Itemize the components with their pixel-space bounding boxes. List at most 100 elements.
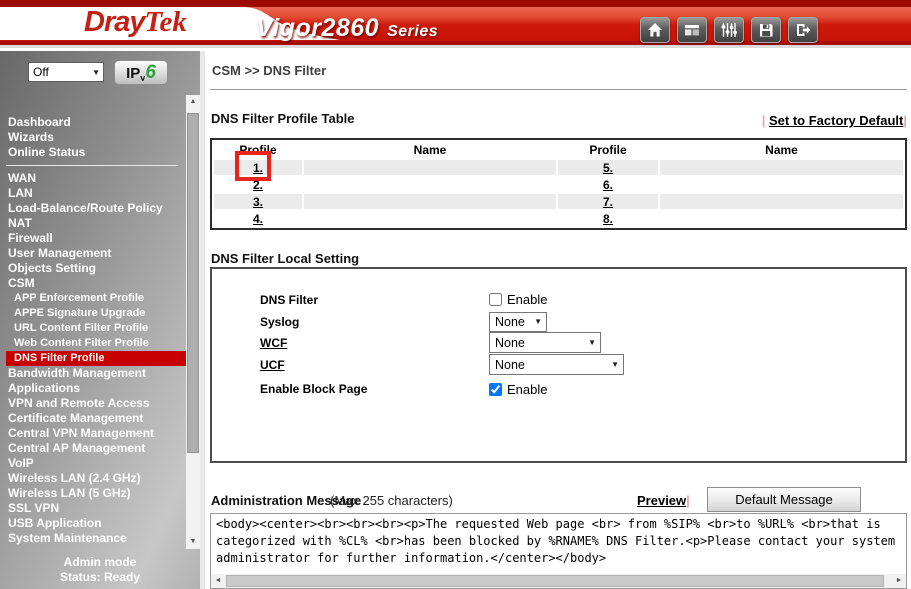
- product-series: Series: [387, 23, 439, 40]
- enable-block-page-label: Enable Block Page: [260, 382, 368, 396]
- profile-4-link[interactable]: 4.: [253, 212, 263, 226]
- preview-link[interactable]: Preview: [637, 493, 686, 508]
- profile-5-link[interactable]: 5.: [603, 161, 613, 175]
- sidebar-item-app-enforcement-profile[interactable]: APP Enforcement Profile: [0, 291, 186, 306]
- sidebar-item-system-maintenance[interactable]: System Maintenance: [0, 531, 186, 546]
- sidebar-item-central-ap-management[interactable]: Central AP Management: [0, 441, 186, 456]
- sidebar-item-wireless-lan-24[interactable]: Wireless LAN (2.4 GHz): [0, 471, 186, 486]
- home-icon[interactable]: [640, 17, 670, 43]
- save-icon[interactable]: [751, 17, 781, 43]
- ipv6-button[interactable]: IPv6: [114, 60, 168, 85]
- default-message-button[interactable]: Default Message: [707, 487, 861, 512]
- table-row: 4. 8.: [214, 211, 903, 226]
- wcf-link[interactable]: WCF: [260, 336, 287, 350]
- table-header-row: Profile Name Profile Name: [214, 142, 903, 158]
- logo-dray-text: Dray: [84, 6, 145, 38]
- pipe-right: |: [903, 113, 907, 128]
- sliders-icon[interactable]: [714, 17, 744, 43]
- sidebar-item-vpn-remote-access[interactable]: VPN and Remote Access: [0, 396, 186, 411]
- sidebar-scrollbar-thumb[interactable]: [187, 113, 199, 453]
- scroll-right-icon[interactable]: ►: [892, 574, 906, 588]
- profile-3-name: [304, 194, 556, 209]
- sidebar-footer: Admin mode Status: Ready: [0, 555, 200, 585]
- sidebar-item-firewall[interactable]: Firewall: [0, 231, 186, 246]
- table-row: 3. 7.: [214, 194, 903, 209]
- draytek-logo: DrayTek: [84, 6, 187, 39]
- header-banner: DrayTek Vigor2860 Series: [0, 0, 911, 48]
- sidebar-item-dns-filter-profile[interactable]: DNS Filter Profile: [6, 351, 186, 366]
- wcf-select-value: None: [495, 335, 525, 350]
- scroll-up-icon[interactable]: ▲: [186, 95, 200, 109]
- panels-icon[interactable]: [677, 17, 707, 43]
- profile-3-link[interactable]: 3.: [253, 195, 263, 209]
- sidebar-item-lan[interactable]: LAN: [0, 186, 186, 201]
- sidebar-item-voip[interactable]: VoIP: [0, 456, 186, 471]
- ipv6-ip-text: IP: [126, 65, 141, 82]
- syslog-select[interactable]: None ▼: [489, 311, 547, 332]
- sidebar-item-nat[interactable]: NAT: [0, 216, 186, 231]
- sidebar: Off ▼ IPv6 Dashboard Wizards Online Stat…: [0, 51, 200, 589]
- syslog-select-value: None: [495, 314, 525, 329]
- logo-tek-text: Tek: [144, 6, 187, 38]
- chevron-down-icon: ▼: [588, 338, 596, 347]
- sidebar-item-central-vpn-management[interactable]: Central VPN Management: [0, 426, 186, 441]
- sidebar-item-url-content-filter-profile[interactable]: URL Content Filter Profile: [0, 321, 186, 336]
- textarea-horizontal-scrollbar[interactable]: ◄ ►: [211, 574, 906, 588]
- sidebar-item-objects-setting[interactable]: Objects Setting: [0, 261, 186, 276]
- preview-wrap: Preview|: [637, 493, 690, 508]
- sidebar-item-appe-signature-upgrade[interactable]: APPE Signature Upgrade: [0, 306, 186, 321]
- ipv6-six-text: 6: [145, 62, 156, 83]
- profile-6-link[interactable]: 6.: [603, 178, 613, 192]
- sidebar-item-online-status[interactable]: Online Status: [0, 145, 186, 160]
- col-header-profile-right: Profile: [589, 143, 627, 157]
- dns-filter-enable-checkbox[interactable]: [489, 293, 502, 306]
- pipe-left: |: [761, 113, 766, 128]
- menu-divider: [6, 165, 178, 166]
- ucf-select[interactable]: None ▼: [489, 354, 624, 375]
- admin-mode-text: Admin mode: [63, 555, 137, 569]
- scroll-down-icon[interactable]: ▼: [186, 535, 200, 549]
- col-header-profile-left: Profile: [239, 143, 277, 157]
- chevron-down-icon: ▼: [92, 67, 100, 77]
- dns-filter-enable-text: Enable: [507, 292, 548, 307]
- sidebar-item-web-content-filter-profile[interactable]: Web Content Filter Profile: [0, 336, 186, 351]
- col-header-name-right: Name: [765, 143, 798, 157]
- profile-2-link[interactable]: 2.: [253, 178, 263, 192]
- profile-7-link[interactable]: 7.: [603, 195, 613, 209]
- block-page-enable-text: Enable: [507, 381, 548, 397]
- block-page-enable-checkbox[interactable]: [489, 382, 502, 396]
- sidebar-item-dashboard[interactable]: Dashboard: [0, 115, 186, 130]
- sidebar-item-certificate-management[interactable]: Certificate Management: [0, 411, 186, 426]
- sidebar-item-load-balance[interactable]: Load-Balance/Route Policy: [0, 201, 186, 216]
- sidebar-mode-select[interactable]: Off ▼: [28, 62, 104, 82]
- logout-icon[interactable]: [788, 17, 818, 43]
- dns-filter-profile-table: Profile Name Profile Name 1. 5. 2. 6. 3.: [210, 138, 907, 230]
- sidebar-item-csm[interactable]: CSM: [0, 276, 186, 291]
- profile-8-link[interactable]: 8.: [603, 212, 613, 226]
- sidebar-item-bandwidth-management[interactable]: Bandwidth Management: [0, 366, 186, 381]
- admin-message-row: Administration Message (Max 255 characte…: [211, 487, 907, 515]
- profile-8-name: [660, 211, 903, 226]
- sidebar-item-wizards[interactable]: Wizards: [0, 130, 186, 145]
- sidebar-item-user-management[interactable]: User Management: [0, 246, 186, 261]
- sidebar-item-applications[interactable]: Applications: [0, 381, 186, 396]
- horizontal-scrollbar-thumb[interactable]: [226, 575, 884, 587]
- local-setting-title: DNS Filter Local Setting: [211, 251, 360, 266]
- profile-7-name: [660, 194, 903, 209]
- ucf-link[interactable]: UCF: [260, 358, 285, 372]
- sidebar-item-ssl-vpn[interactable]: SSL VPN: [0, 501, 186, 516]
- admin-message-textarea[interactable]: <body><center><br><br><br><p>The request…: [210, 513, 907, 589]
- profile-1-name: [304, 160, 556, 175]
- profile-6-name: [660, 177, 903, 192]
- set-to-factory-default-link[interactable]: Set to Factory Default: [769, 113, 903, 128]
- sidebar-scrollbar[interactable]: ▲ ▼: [186, 95, 200, 549]
- sidebar-item-wan[interactable]: WAN: [0, 171, 186, 186]
- wcf-select[interactable]: None ▼: [489, 332, 601, 353]
- admin-message-text[interactable]: <body><center><br><br><br><p>The request…: [211, 515, 906, 574]
- profile-1-link[interactable]: 1.: [253, 161, 263, 175]
- ucf-select-value: None: [495, 357, 525, 372]
- sidebar-item-wireless-lan-5[interactable]: Wireless LAN (5 GHz): [0, 486, 186, 501]
- scroll-left-icon[interactable]: ◄: [211, 574, 225, 588]
- main-content: CSM >> DNS Filter DNS Filter Profile Tab…: [205, 51, 911, 589]
- sidebar-item-usb-application[interactable]: USB Application: [0, 516, 186, 531]
